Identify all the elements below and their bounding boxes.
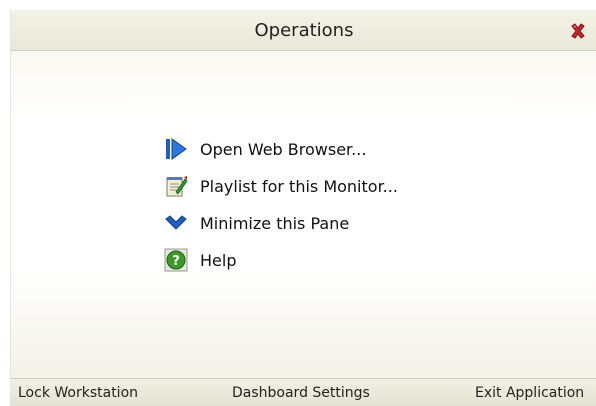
- minimize-pane-item[interactable]: Minimize this Pane: [164, 208, 464, 238]
- help-icon: ?: [164, 248, 188, 272]
- footer-bar: Lock Workstation Dashboard Settings Exit…: [10, 378, 596, 406]
- pane-title: Operations: [254, 20, 354, 41]
- playlist-item[interactable]: Playlist for this Monitor...: [164, 171, 464, 201]
- dashboard-settings-button[interactable]: Dashboard Settings: [232, 385, 370, 401]
- open-web-browser-label: Open Web Browser...: [200, 139, 367, 159]
- chevron-down-icon: [164, 211, 188, 235]
- browser-arrow-icon: [164, 137, 188, 161]
- svg-text:?: ?: [172, 254, 180, 269]
- close-icon[interactable]: [569, 22, 587, 40]
- help-item[interactable]: ? Help: [164, 245, 464, 275]
- open-web-browser-item[interactable]: Open Web Browser...: [164, 134, 464, 164]
- lock-workstation-button[interactable]: Lock Workstation: [18, 385, 138, 401]
- help-label: Help: [200, 250, 237, 270]
- playlist-label: Playlist for this Monitor...: [200, 176, 398, 196]
- pane-titlebar: Operations: [11, 10, 596, 51]
- operations-pane: Operations Open Web Browser... Playlist …: [10, 10, 596, 378]
- exit-application-button[interactable]: Exit Application: [475, 385, 584, 401]
- minimize-pane-label: Minimize this Pane: [200, 213, 350, 233]
- playlist-notepad-icon: [164, 174, 188, 198]
